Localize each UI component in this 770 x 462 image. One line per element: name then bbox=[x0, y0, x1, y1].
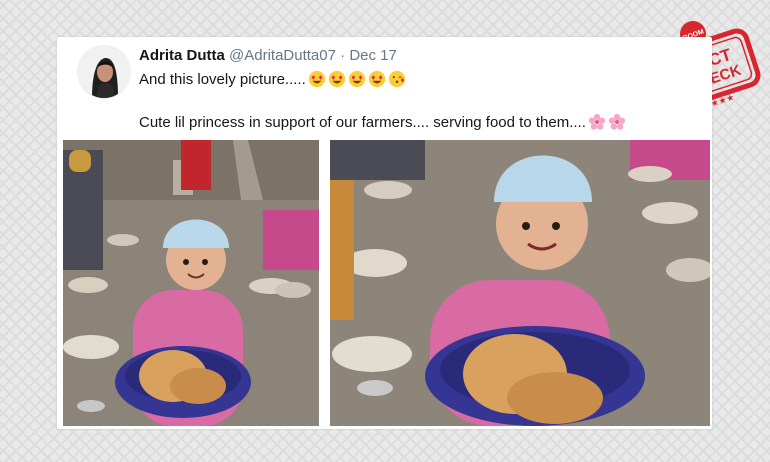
tweet-text-line1: And this lovely picture..... bbox=[139, 70, 406, 88]
cherry-blossom-emoji bbox=[608, 113, 625, 130]
cherry-blossom-emoji bbox=[588, 113, 605, 130]
heart-eyes-emoji bbox=[348, 70, 365, 88]
tweet-header: Adrita Dutta @AdritaDutta07 · Dec 17 bbox=[139, 47, 397, 64]
user-handle[interactable]: @AdritaDutta07 bbox=[229, 47, 336, 64]
heart-eyes-emoji bbox=[368, 70, 385, 88]
tweet-date[interactable]: Dec 17 bbox=[349, 47, 397, 64]
tweet-text-1: And this lovely picture..... bbox=[139, 70, 306, 88]
tweet-photo-left[interactable] bbox=[63, 140, 319, 426]
tweet-card[interactable]: Adrita Dutta @AdritaDutta07 · Dec 17 And… bbox=[57, 37, 712, 429]
tweet-photo-right[interactable] bbox=[330, 140, 710, 426]
separator: · bbox=[340, 47, 346, 64]
kissing-face-emoji bbox=[388, 70, 405, 88]
tweet-text-line2: Cute lil princess in support of our farm… bbox=[139, 113, 626, 131]
heart-eyes-emoji bbox=[328, 70, 345, 88]
tweet-text-2: Cute lil princess in support of our farm… bbox=[139, 113, 586, 131]
avatar[interactable] bbox=[77, 45, 131, 99]
display-name[interactable]: Adrita Dutta bbox=[139, 47, 225, 64]
heart-eyes-emoji bbox=[308, 70, 325, 88]
